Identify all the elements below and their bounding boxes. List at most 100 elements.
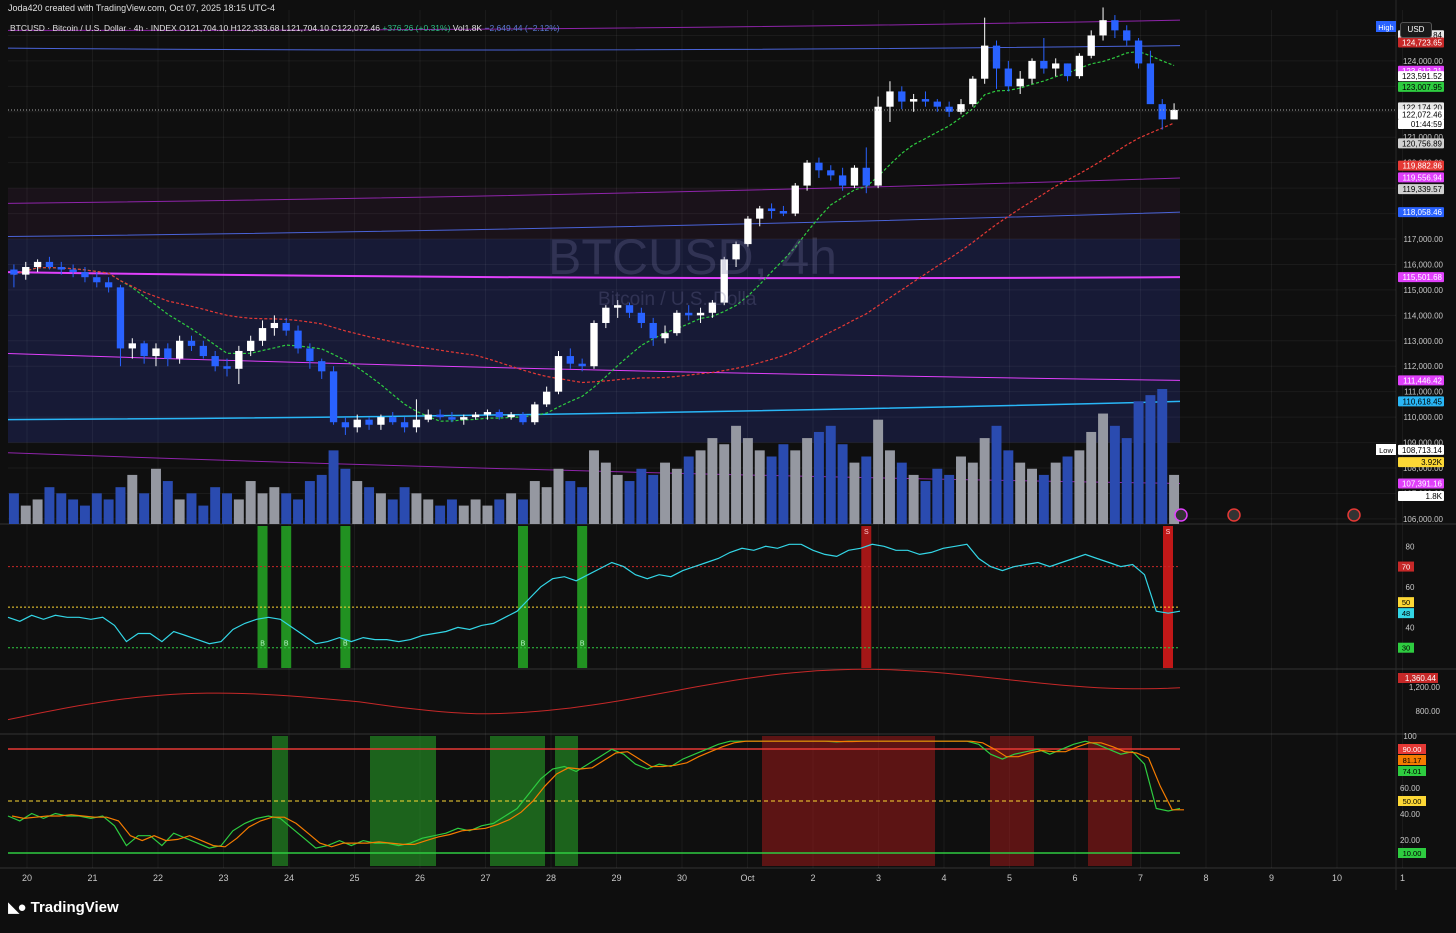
candle-body [460,417,468,420]
volume-bar [612,474,623,524]
volume-bar [1098,413,1109,524]
volume-bar [956,456,966,524]
candle-body [495,412,503,418]
volume-bar [186,493,197,524]
candle-body [531,404,539,423]
volume-bar [754,450,765,524]
low-tag-text: Low [1379,446,1393,455]
candle-body [1075,55,1084,77]
volume-bar [695,450,706,524]
volume-bar [920,481,931,524]
candle-body [850,167,859,186]
high-tag-text: High [1378,23,1393,32]
volume-bar [435,505,446,524]
candle-body [282,322,290,331]
volume-bar [979,438,990,524]
volume-bar [233,499,244,524]
candle-body [1146,63,1155,105]
symbol-legend: BTCUSD · Bitcoin / U.S. Dollar · 4h · IN… [10,23,560,33]
volume-bar [328,450,339,524]
volume-bar [991,425,1002,524]
rsi-buy-tag: B [260,641,265,648]
brand-name: TradingView [30,898,119,916]
volume-bar [482,505,493,524]
stoch-level-text: 74.01 [1403,767,1422,776]
candle-body [1040,60,1048,69]
watermark-symbol: BTCUSD, 4h [548,229,837,285]
price-tag-text: 3.92K [1421,458,1443,467]
volume-bar [139,493,150,524]
candle-body [1170,109,1178,120]
candle-body [696,312,705,316]
time-axis-label: 29 [611,873,621,883]
candle-body [93,277,101,283]
candle-body [329,371,338,423]
volume-bar [1157,389,1168,524]
volume-bar [813,431,824,524]
volume-bar [873,419,884,524]
brand-logo[interactable]: ◣● TradingView [8,898,119,917]
volume-bar [1145,395,1156,524]
chart-svg[interactable]: 20 21 22 23 24 25 26 27 28 29 30 Oct 2 3 4 5 6 7 8 9 10 1106,… [0,0,1456,928]
volume-bar [1086,431,1097,524]
lightning-icon [1174,508,1188,522]
candle-body [756,208,764,219]
volume-bar [648,474,659,524]
volume-bar [944,474,955,524]
volume-bar [423,499,434,524]
price-tag-text: 123,591.52 [1402,72,1443,81]
volume-bar [20,505,31,524]
price-axis-label: 111,000.00 [1404,388,1443,397]
volume-bar [517,499,528,524]
candle-body [128,343,136,349]
stoch-axis-label: 40.00 [1400,810,1421,819]
flag-icon [1227,508,1241,522]
volume-bar [103,499,114,524]
candle-body [921,99,930,102]
rsi-sell-tag: S [864,529,869,536]
candle-body [566,356,574,364]
time-axis-label: 28 [546,873,556,883]
volume-bar [742,438,753,524]
candle-body [898,91,906,102]
volume-bar [293,499,304,524]
candle-body [1016,78,1024,87]
candle-body [22,267,30,275]
volume-bar [565,481,576,524]
candle-body [116,287,125,349]
stoch-level-text: 50.00 [1403,797,1422,806]
candle-body [1063,63,1072,77]
time-axis-label: Oct [740,873,755,883]
volume-bar [8,493,19,524]
volume-bar [44,487,55,524]
volume-bar [884,450,895,524]
candle-body [1028,60,1036,79]
price-tag-text: 1.8K [1426,492,1443,501]
price-tag-text: 01:44:59 [1411,120,1443,129]
candle-body [223,366,231,369]
currency-button[interactable]: USD [1400,22,1432,38]
candle-body [554,356,563,392]
volume-bar [446,499,457,524]
candle-body [471,414,480,418]
volume-bar [1050,462,1061,524]
time-axis-label: 6 [1072,873,1077,883]
volume-bar [553,468,564,524]
volume-ma-value: −2,649.44 (−2.12%) [484,23,560,33]
time-axis-label: 26 [415,873,425,883]
candle-body [152,348,160,357]
time-axis-label: 24 [284,873,294,883]
rsi-axis-label: 80 [1406,542,1415,551]
volume-bar [896,462,907,524]
volume-bar [352,481,363,524]
watermark-name: Bitcoin / U.S. Dolla [598,289,757,310]
volume-bar [458,505,469,524]
volume-bar [908,474,919,524]
price-axis-label: 113,000.00 [1404,337,1444,346]
candle-body [235,350,243,369]
chart-root[interactable]: 20 21 22 23 24 25 26 27 28 29 30 Oct 2 3 4 5 6 7 8 9 10 1 106,… [0,0,1456,928]
stoch-axis-label: 60.00 [1400,784,1421,793]
candle-body [933,101,941,107]
time-axis-label: 21 [87,873,97,883]
candle-body [661,333,669,339]
